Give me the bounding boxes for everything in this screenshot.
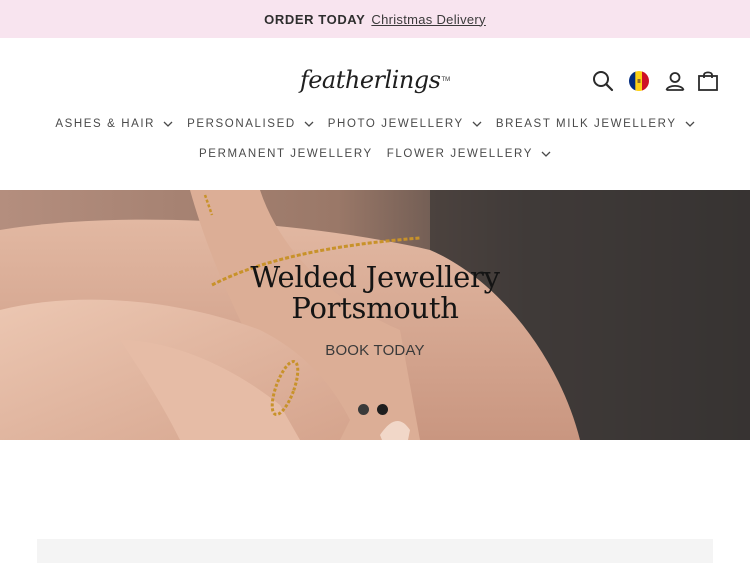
nav-item-breast-milk-jewellery[interactable]: BREAST MILK JEWELLERY [489, 118, 702, 130]
chevron-down-icon [472, 118, 482, 130]
main-nav-row-2: PERMANENT JEWELLERY FLOWER JEWELLERY [0, 148, 750, 160]
christmas-delivery-link[interactable]: Christmas Delivery [371, 12, 485, 27]
site-header: featherlings TM ASHES & HAIR PERSONALISE… [0, 38, 750, 190]
nav-item-ashes-hair[interactable]: ASHES & HAIR [48, 118, 180, 130]
nav-label: PERSONALISED [187, 118, 296, 130]
announcement-lead: ORDER TODAY [264, 11, 366, 27]
country-flag-icon[interactable] [626, 68, 652, 94]
hero-title-line-1: Welded Jewellery [250, 260, 500, 294]
nav-label: PERMANENT JEWELLERY [199, 148, 373, 160]
chevron-down-icon [304, 118, 314, 130]
nav-item-flower-jewellery[interactable]: FLOWER JEWELLERY [380, 148, 558, 160]
cart-icon[interactable] [695, 68, 721, 94]
nav-label: BREAST MILK JEWELLERY [495, 118, 677, 130]
logo-trademark: TM [441, 77, 451, 83]
hero-slideshow[interactable]: Welded Jewellery Portsmouth BOOK TODAY [0, 190, 750, 440]
book-today-button[interactable]: BOOK TODAY [0, 342, 750, 359]
nav-item-personalised[interactable]: PERSONALISED [180, 118, 321, 130]
nav-label: ASHES & HAIR [55, 118, 156, 130]
chevron-down-icon [541, 148, 551, 160]
nav-label: FLOWER JEWELLERY [386, 148, 533, 160]
search-icon[interactable] [590, 68, 616, 94]
hero-title-line-2: Portsmouth [291, 291, 459, 325]
slide-dots [358, 404, 388, 415]
hero-title: Welded Jewellery Portsmouth [0, 262, 750, 324]
logo-wordmark: featherlings [299, 66, 441, 94]
account-icon[interactable] [662, 68, 688, 94]
brand-logo[interactable]: featherlings TM [300, 60, 450, 100]
slide-dot-1[interactable] [358, 404, 369, 415]
content-panel [37, 539, 713, 563]
slide-dot-2[interactable] [377, 404, 388, 415]
chevron-down-icon [163, 118, 173, 130]
nav-item-photo-jewellery[interactable]: PHOTO JEWELLERY [321, 118, 489, 130]
main-nav-row-1: ASHES & HAIR PERSONALISED PHOTO JEWELLER… [0, 118, 750, 130]
nav-label: PHOTO JEWELLERY [327, 118, 464, 130]
announcement-bar: ORDER TODAY Christmas Delivery [0, 0, 750, 38]
nav-item-permanent-jewellery[interactable]: PERMANENT JEWELLERY [192, 148, 380, 160]
chevron-down-icon [685, 118, 695, 130]
